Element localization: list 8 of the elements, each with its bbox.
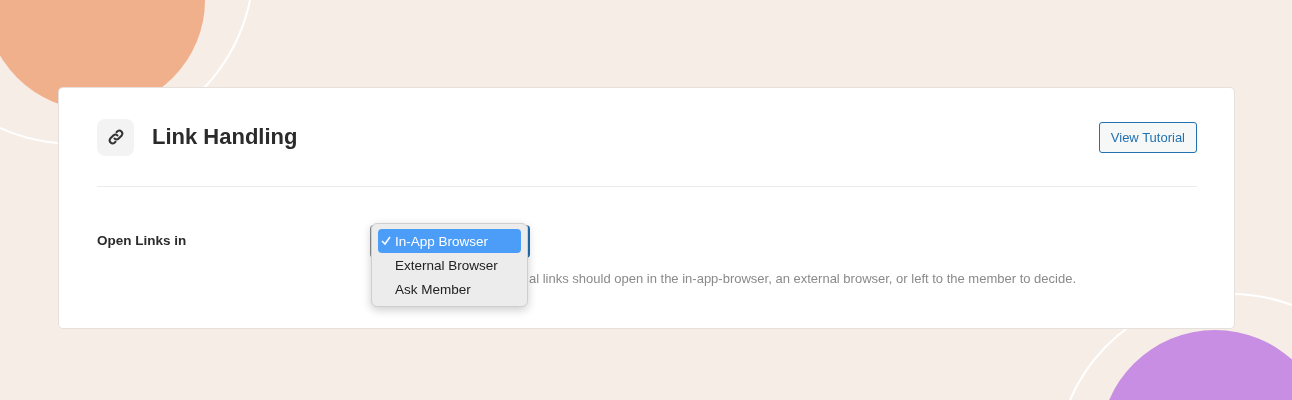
check-icon [381,235,391,246]
menu-option[interactable]: External Browser [378,253,521,277]
view-tutorial-button[interactable]: View Tutorial [1098,121,1197,153]
card-title: Link Handling [152,124,299,150]
help-text: al links should open in the in-app-browser, an external browser, or left to the member to decide. [529,271,1077,286]
menu-option[interactable]: Ask Member [378,277,521,301]
link-icon [97,118,134,156]
setting-label: Open Links in [97,233,188,250]
